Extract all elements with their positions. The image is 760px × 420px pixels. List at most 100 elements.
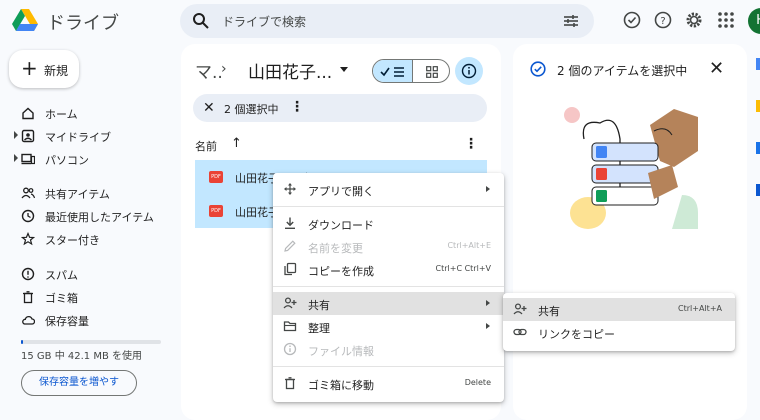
- trash-icon: [23, 291, 33, 304]
- new-button[interactable]: + 新規: [9, 50, 79, 88]
- storage-usage-bar: [21, 340, 161, 344]
- search-bar[interactable]: ドライブで検索: [180, 4, 594, 38]
- svg-text:?: ?: [660, 16, 665, 27]
- search-input[interactable]: ドライブで検索: [222, 13, 306, 30]
- details-toggle-button[interactable]: [455, 57, 483, 85]
- pdf-file-icon: PDF: [209, 205, 223, 217]
- grid-icon: [426, 66, 438, 78]
- sidebar-item-storage[interactable]: 保存容量: [0, 310, 180, 330]
- sidebar-item-home[interactable]: ホーム: [0, 103, 180, 123]
- menu-item-label: アプリで開く: [308, 185, 374, 198]
- context-menu: アプリで開く ダウンロード 名前を変更 Ctrl+Alt+E コピーを作成 Ct…: [273, 173, 504, 402]
- person-add-icon: [283, 297, 297, 309]
- expand-caret-icon[interactable]: [14, 154, 18, 162]
- column-more-icon[interactable]: ⋮: [464, 136, 478, 152]
- menu-item-label: ダウンロード: [308, 219, 374, 232]
- get-more-storage-button[interactable]: 保存容量を増やす: [21, 370, 137, 396]
- menu-item-organize[interactable]: 整理: [273, 315, 504, 338]
- home-icon: [22, 107, 34, 120]
- offline-status-icon[interactable]: [622, 10, 642, 30]
- menu-item-label: 整理: [308, 322, 330, 335]
- folder-dropdown-icon[interactable]: [340, 67, 348, 72]
- submenu-arrow-icon: [486, 323, 490, 329]
- sort-ascending-icon[interactable]: ↑: [231, 136, 242, 151]
- help-icon[interactable]: ?: [653, 10, 673, 30]
- clock-icon: [21, 209, 35, 223]
- folder-open-icon: [283, 321, 297, 332]
- sidebar-item-label: スパム: [45, 269, 78, 282]
- sidebar-item-computers[interactable]: パソコン: [0, 149, 180, 169]
- selection-count: 2 個選択中: [224, 103, 279, 116]
- check-list-icon: [380, 67, 404, 77]
- spam-icon: [21, 267, 35, 281]
- sidebar-item-trash[interactable]: ゴミ箱: [0, 287, 180, 307]
- search-icon[interactable]: [192, 12, 210, 30]
- menu-item-move-to-trash[interactable]: ゴミ箱に移動 Delete: [273, 372, 504, 395]
- link-icon: [513, 328, 527, 336]
- sidebar-item-recent[interactable]: 最近使用したアイテム: [0, 206, 180, 226]
- menu-item-open-with[interactable]: アプリで開く: [273, 178, 504, 201]
- copy-icon: [284, 262, 297, 276]
- sidebar-item-label: ゴミ箱: [45, 292, 78, 305]
- menu-item-shortcut: Ctrl+Alt+A: [678, 304, 722, 313]
- star-icon: [21, 232, 35, 246]
- storage-usage-fill: [21, 340, 23, 344]
- side-panel-apps-strip[interactable]: [756, 58, 760, 208]
- sidebar-item-spam[interactable]: スパム: [0, 264, 180, 284]
- column-header-name[interactable]: 名前: [195, 138, 217, 154]
- breadcrumb-separator: ›: [221, 61, 227, 77]
- info-icon: [283, 342, 297, 356]
- list-view-button[interactable]: [373, 60, 413, 82]
- menu-item-file-info: ファイル情報: [273, 338, 504, 361]
- menu-item-label: 名前を変更: [308, 242, 363, 255]
- menu-item-label: コピーを作成: [308, 265, 374, 278]
- menu-item-shortcut: Ctrl+Alt+E: [447, 241, 491, 250]
- menu-item-share[interactable]: 共有: [273, 292, 504, 315]
- settings-gear-icon[interactable]: [684, 10, 704, 30]
- sidebar-item-label: マイドライブ: [45, 131, 111, 144]
- download-icon: [285, 217, 295, 230]
- sidebar-item-my-drive[interactable]: マイドライブ: [0, 126, 180, 146]
- apps-grid-icon[interactable]: [716, 10, 736, 30]
- submenu-arrow-icon: [486, 300, 490, 306]
- submenu-item-copy-link[interactable]: リンクをコピー: [503, 321, 735, 344]
- menu-item-label: リンクをコピー: [538, 328, 615, 341]
- storage-usage-text: 15 GB 中 42.1 MB を使用: [21, 351, 142, 362]
- app-title: ドライブ: [47, 13, 119, 34]
- view-toggle[interactable]: [372, 59, 450, 83]
- account-avatar[interactable]: H: [748, 8, 760, 34]
- sidebar-item-starred[interactable]: スター付き: [0, 229, 180, 249]
- my-drive-icon: [21, 129, 35, 143]
- clear-selection-icon[interactable]: ✕: [203, 100, 215, 116]
- sidebar-item-label: 共有アイテム: [45, 188, 110, 201]
- menu-item-label: 共有: [538, 305, 560, 318]
- sidebar-item-label: ホーム: [45, 108, 78, 121]
- plus-icon: +: [21, 56, 38, 80]
- person-add-icon: [513, 303, 527, 315]
- search-filter-icon[interactable]: [562, 12, 580, 30]
- submenu-item-share[interactable]: 共有 Ctrl+Alt+A: [503, 298, 735, 321]
- sidebar-item-label: スター付き: [45, 234, 100, 247]
- breadcrumb-current-folder[interactable]: 山田花子...: [248, 58, 332, 83]
- shared-people-icon: [21, 187, 35, 199]
- selection-action-bar: ✕ 2 個選択中 ⋮: [193, 94, 487, 122]
- close-details-icon[interactable]: ✕: [709, 58, 724, 79]
- multi-select-illustration: [564, 107, 698, 229]
- grid-view-button[interactable]: [413, 60, 449, 82]
- new-button-label: 新規: [44, 64, 69, 78]
- trash-icon: [285, 377, 295, 390]
- cloud-icon: [22, 316, 35, 325]
- more-actions-icon[interactable]: ⋮: [290, 99, 304, 115]
- menu-divider: [273, 286, 504, 287]
- computers-icon: [21, 153, 35, 165]
- breadcrumb-parent[interactable]: マ..: [195, 58, 223, 83]
- share-submenu: 共有 Ctrl+Alt+A リンクをコピー: [503, 293, 735, 351]
- menu-item-label: ゴミ箱に移動: [308, 379, 374, 392]
- menu-item-download[interactable]: ダウンロード: [273, 212, 504, 235]
- rename-pencil-icon: [284, 240, 296, 252]
- pdf-file-icon: PDF: [209, 171, 223, 183]
- sidebar-item-shared[interactable]: 共有アイテム: [0, 183, 180, 203]
- open-with-move-icon: [284, 183, 296, 195]
- menu-item-make-copy[interactable]: コピーを作成 Ctrl+C Ctrl+V: [273, 258, 504, 281]
- expand-caret-icon[interactable]: [14, 131, 18, 139]
